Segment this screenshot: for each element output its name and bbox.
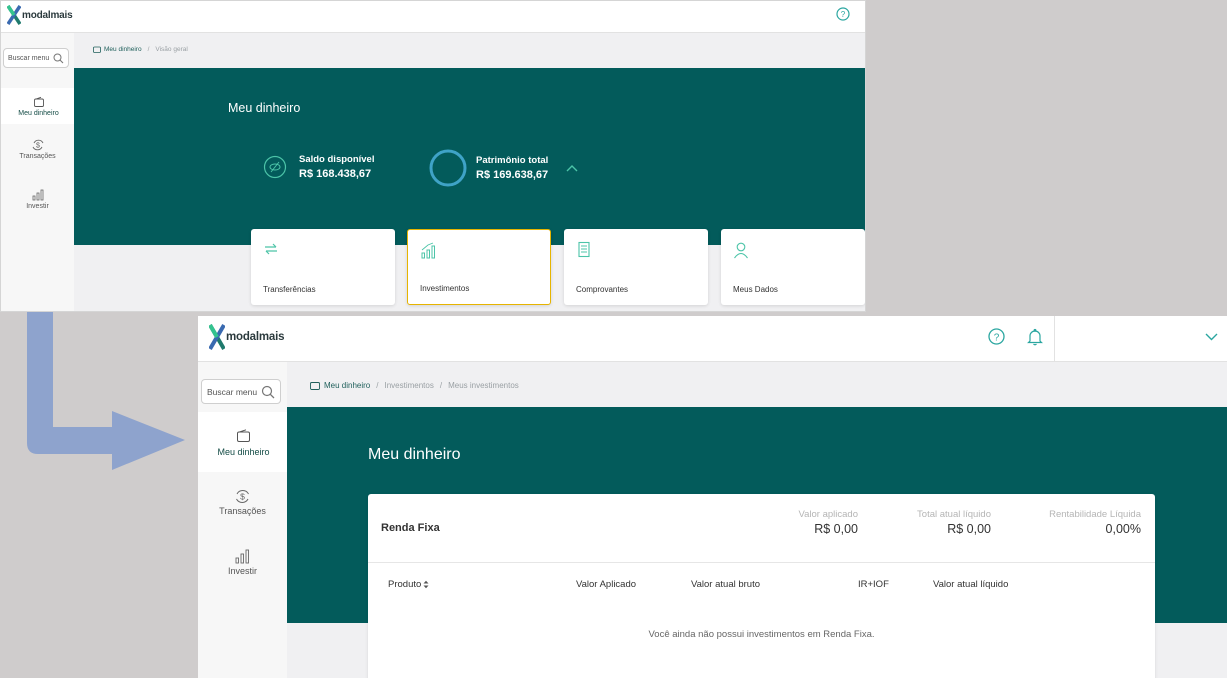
donut-chart-icon [429, 149, 467, 187]
brand-name: modalmais [226, 331, 285, 343]
sidebar-item-label: Transações [219, 506, 266, 516]
stat-value: R$ 0,00 [814, 522, 858, 536]
brand-logo: modalmais [7, 5, 73, 25]
screen-overview: modalmais ? Meu dinheiro $ Transações In… [0, 0, 866, 312]
search-icon [53, 53, 64, 63]
user-icon [734, 242, 748, 259]
saldo-disponivel[interactable]: Saldo disponível R$ 168.438,67 [263, 154, 375, 180]
card-label: Transferências [263, 285, 316, 294]
chevron-up-icon[interactable] [566, 164, 578, 172]
dollar-exchange-icon: $ [32, 139, 43, 151]
svg-text:?: ? [994, 332, 1000, 343]
stat-label: Rentabilidade Líquida [1049, 509, 1141, 520]
saldo-label: Saldo disponível [299, 154, 375, 165]
stat-value: R$ 0,00 [947, 522, 991, 536]
sidebar-item-transacoes[interactable]: $ Transações [1, 133, 74, 165]
patrimonio-total[interactable]: Patrimônio total R$ 169.638,67 [429, 147, 578, 189]
bar-chart-icon [421, 242, 435, 259]
column-header-valor-atual-liquido: Valor atual líquido [933, 579, 1009, 590]
card-meus-dados[interactable]: Meus Dados [721, 229, 865, 305]
sidebar: Meu dinheiro $ Transações Investir [198, 362, 287, 678]
divider [1054, 316, 1055, 362]
wallet-icon [310, 382, 320, 390]
wallet-icon [33, 96, 44, 107]
sidebar-item-label: Transações [19, 153, 56, 160]
divider [368, 562, 1155, 563]
stat-value: 0,00% [1105, 522, 1141, 536]
search-input[interactable]: Buscar menu [3, 48, 69, 68]
stat-rentabilidade-liquida: Rentabilidade Líquida 0,00% [1049, 509, 1141, 536]
breadcrumb-item[interactable]: Meu dinheiro [324, 381, 370, 390]
page-title: Meu dinheiro [368, 446, 461, 463]
brand-logo: modalmais [209, 324, 284, 350]
sidebar-item-label: Investir [26, 203, 49, 210]
bell-icon[interactable] [1027, 328, 1043, 346]
saldo-value: R$ 168.438,67 [299, 168, 372, 180]
svg-text:$: $ [240, 492, 245, 502]
brand-mark-icon [209, 324, 225, 350]
transfer-arrows-icon [265, 243, 277, 255]
stat-label: Valor aplicado [798, 509, 858, 520]
sidebar-item-transacoes[interactable]: $ Transações [198, 482, 287, 522]
brand-mark-icon [7, 5, 21, 25]
svg-text:?: ? [841, 10, 846, 19]
search-icon [261, 385, 275, 398]
patrimonio-value: R$ 169.638,67 [476, 169, 549, 181]
renda-fixa-panel: Renda Fixa Valor aplicado R$ 0,00 Total … [368, 494, 1155, 678]
search-placeholder: Buscar menu [8, 54, 50, 62]
page-title: Meu dinheiro [228, 101, 301, 115]
sort-icon[interactable] [423, 580, 429, 589]
patrimonio-label: Patrimônio total [476, 155, 549, 166]
chevron-down-icon[interactable] [1205, 333, 1218, 341]
breadcrumb: Meu dinheiro / Investimentos / Meus inve… [310, 380, 519, 390]
breadcrumb-item[interactable]: Meu dinheiro [104, 46, 142, 53]
sidebar-item-label: Meu dinheiro [217, 446, 270, 457]
card-investimentos[interactable]: Investimentos [407, 229, 551, 305]
column-header-valor-aplicado: Valor Aplicado [576, 579, 637, 590]
top-bar: modalmais ? [1, 1, 865, 33]
screen-meus-investimentos: modalmais ? Meu dinheiro $ Transações In… [198, 316, 1227, 678]
help-circle-icon[interactable]: ? [988, 328, 1005, 345]
column-header-ir-iof: IR+IOF [858, 579, 889, 590]
panel-title: Renda Fixa [381, 522, 440, 534]
sidebar-item-investir[interactable]: Investir [198, 542, 287, 582]
breadcrumb-item: Visão geral [155, 45, 188, 53]
sidebar-item-meu-dinheiro[interactable]: Meu dinheiro [198, 412, 287, 472]
stat-valor-aplicado: Valor aplicado R$ 0,00 [798, 509, 858, 536]
dollar-exchange-icon: $ [236, 490, 249, 503]
sidebar-item-meu-dinheiro[interactable]: Meu dinheiro [1, 88, 74, 124]
stat-total-atual-liquido: Total atual líquido R$ 0,00 [917, 509, 991, 536]
bar-chart-icon [235, 549, 249, 564]
search-input[interactable]: Buscar menu [201, 379, 281, 404]
bar-chart-icon [32, 189, 43, 201]
hero-banner: Meu dinheiro Saldo disponível R$ 168.438… [74, 68, 865, 245]
card-label: Meus Dados [733, 285, 778, 294]
search-placeholder: Buscar menu [207, 386, 258, 397]
wallet-icon [93, 46, 101, 53]
empty-state-message: Você ainda não possui investimentos em R… [648, 629, 875, 640]
card-transferencias[interactable]: Transferências [251, 229, 395, 305]
stat-label: Total atual líquido [917, 509, 991, 520]
breadcrumb-item[interactable]: Investimentos [384, 381, 433, 390]
card-comprovantes[interactable]: Comprovantes [564, 229, 708, 305]
help-circle-icon[interactable]: ? [836, 7, 850, 21]
column-header-produto[interactable]: Produto [388, 579, 429, 590]
eye-off-icon[interactable] [263, 155, 287, 179]
brand-name: modalmais [22, 9, 73, 21]
receipt-icon [578, 241, 590, 258]
card-label: Investimentos [420, 284, 470, 293]
wallet-icon [237, 428, 250, 442]
breadcrumb: Meu dinheiro / Visão geral [93, 45, 188, 53]
breadcrumb-item: Meus investimentos [448, 380, 519, 390]
svg-text:$: $ [36, 143, 40, 150]
top-bar: modalmais ? [198, 316, 1227, 362]
sidebar-item-investir[interactable]: Investir [1, 183, 74, 215]
column-header-valor-atual-bruto: Valor atual bruto [691, 579, 761, 590]
sidebar-item-label: Investir [227, 566, 257, 576]
sidebar: Meu dinheiro $ Transações Investir [1, 33, 74, 311]
sidebar-item-label: Meu dinheiro [18, 109, 59, 117]
card-label: Comprovantes [576, 285, 629, 294]
